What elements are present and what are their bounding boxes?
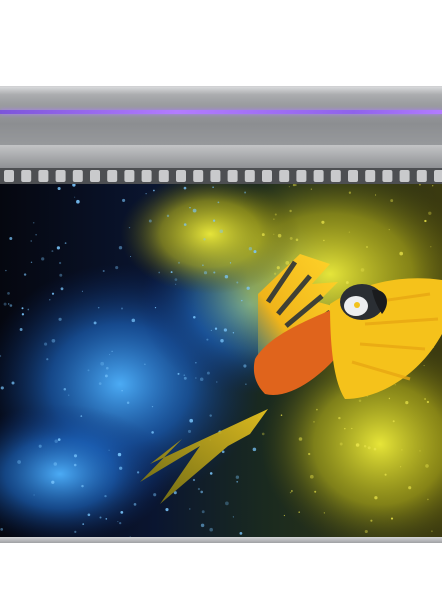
product-photo bbox=[0, 0, 442, 590]
uv-lamp-strip bbox=[0, 110, 442, 114]
printed-parrot-image bbox=[0, 184, 442, 537]
media-clamps bbox=[0, 168, 442, 184]
gantry-top-cover bbox=[0, 87, 442, 95]
gantry-rail bbox=[0, 145, 442, 169]
printer-gantry bbox=[0, 86, 442, 169]
print-bed-edge bbox=[0, 537, 442, 543]
